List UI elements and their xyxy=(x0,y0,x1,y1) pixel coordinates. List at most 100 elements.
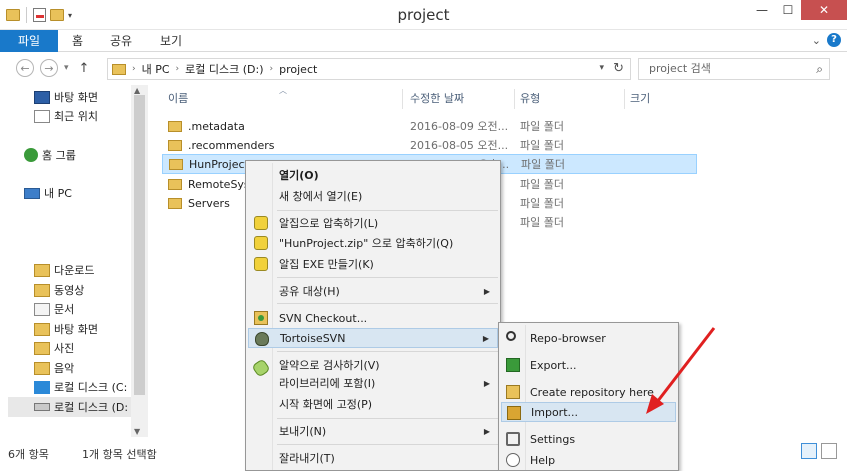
alzip-icon xyxy=(254,257,268,271)
sort-ascending-icon: ︿ xyxy=(279,86,287,95)
breadcrumb-this-pc[interactable]: 내 PC xyxy=(142,61,170,77)
tab-file[interactable]: 파일 xyxy=(0,30,58,52)
sidebar-item-drive-d[interactable]: 로컬 디스크 (D: xyxy=(8,397,138,417)
menu-item-share-with[interactable]: 공유 대상(H) ▶ xyxy=(248,281,498,301)
ribbon-right-controls: ⌄ ? xyxy=(812,33,841,47)
menu-item-label: Repo-browser xyxy=(530,331,606,345)
tab-share[interactable]: 공유 xyxy=(110,30,132,52)
sidebar-scrollbar[interactable]: ▲ ▼ xyxy=(131,85,148,437)
search-placeholder: project 검색 xyxy=(649,62,711,75)
scroll-down-icon[interactable]: ▼ xyxy=(134,427,140,436)
sidebar-item-desktop[interactable]: 바탕 화면 xyxy=(34,87,98,107)
scroll-thumb[interactable] xyxy=(134,95,145,395)
breadcrumb-project[interactable]: project xyxy=(279,63,317,76)
close-button[interactable]: ✕ xyxy=(801,0,847,20)
file-type: 파일 폴더 xyxy=(521,158,565,171)
maximize-button[interactable]: ☐ xyxy=(775,0,801,20)
column-header-type[interactable]: 유형 xyxy=(520,90,540,108)
table-row[interactable]: .recommenders 2016-08-05 오전... 파일 폴더 xyxy=(162,135,697,155)
sidebar-item-label: 문서 xyxy=(54,303,75,316)
navigation-buttons: ← → ▾ ↑ xyxy=(16,59,89,77)
divider[interactable] xyxy=(624,89,625,109)
up-button[interactable]: ↑ xyxy=(79,61,90,76)
file-type: 파일 폴더 xyxy=(520,216,564,229)
sidebar-item-music[interactable]: 음악 xyxy=(34,358,74,378)
sidebar-item-desktop-folder[interactable]: 바탕 화면 xyxy=(34,319,98,339)
file-date: 2016-08-05 오전... xyxy=(410,139,509,152)
menu-item-zip-named[interactable]: "HunProject.zip" 으로 압축하기(Q) xyxy=(248,233,498,253)
menu-item-label: 공유 대상(H) xyxy=(279,285,340,298)
menu-item-cut[interactable]: 잘라내기(T) xyxy=(248,448,498,468)
sidebar-item-label: 사진 xyxy=(54,342,75,355)
menu-item-label: 라이브러리에 포함(I) xyxy=(279,377,376,390)
menu-item-label: Create repository here xyxy=(530,385,654,399)
column-header-name[interactable]: 이름 xyxy=(168,90,188,108)
menu-item-help[interactable]: Help xyxy=(501,450,676,470)
help-icon[interactable]: ? xyxy=(827,33,841,47)
menu-item-pin-start[interactable]: 시작 화면에 고정(P) xyxy=(248,394,498,414)
arrow-shaft xyxy=(652,327,716,407)
menu-item-tortoisesvn[interactable]: TortoiseSVN ▶ xyxy=(248,328,498,348)
menu-item-label: SVN Checkout... xyxy=(279,311,368,325)
folder-icon xyxy=(112,63,126,75)
menu-item-label: 시작 화면에 고정(P) xyxy=(279,398,373,411)
refresh-icon[interactable]: ↻ xyxy=(613,61,624,76)
address-history-dropdown-icon[interactable]: ▾ xyxy=(599,63,604,73)
minimize-button[interactable]: — xyxy=(749,0,775,20)
sidebar-item-downloads[interactable]: 다운로드 xyxy=(34,260,94,280)
menu-item-open-new-window[interactable]: 새 창에서 열기(E) xyxy=(248,186,498,206)
context-menu: 열기(O) 새 창에서 열기(E) 알집으로 압축하기(L) "HunProje… xyxy=(245,160,501,471)
file-type: 파일 폴더 xyxy=(520,197,564,210)
menu-item-svn-checkout[interactable]: SVN Checkout... xyxy=(248,308,498,328)
navigation-pane: 바탕 화면 최근 위치 홈 그룹 내 PC 다운로드 동영상 문서 바탕 화면 … xyxy=(0,85,148,437)
divider xyxy=(277,210,498,211)
forward-button[interactable]: → xyxy=(40,59,58,77)
folder-icon xyxy=(168,197,182,209)
expand-ribbon-icon[interactable]: ⌄ xyxy=(812,34,821,47)
table-row[interactable]: .metadata 2016-08-09 오전... 파일 폴더 xyxy=(162,116,697,136)
details-view-icon[interactable] xyxy=(801,443,817,459)
menu-item-send-to[interactable]: 보내기(N) ▶ xyxy=(248,421,498,441)
menu-item-include-library[interactable]: 라이브러리에 포함(I) ▶ xyxy=(248,373,498,393)
sidebar-item-pictures[interactable]: 사진 xyxy=(34,338,74,358)
import-icon xyxy=(507,406,521,420)
chevron-right-icon[interactable]: › xyxy=(270,64,274,74)
alzip-icon xyxy=(254,236,268,250)
menu-item-zip-exe[interactable]: 알집 EXE 만들기(K) xyxy=(248,254,498,274)
sidebar-item-homegroup[interactable]: 홈 그룹 xyxy=(24,145,76,165)
divider[interactable] xyxy=(514,89,515,109)
pictures-folder-icon xyxy=(34,341,50,355)
sidebar-item-videos[interactable]: 동영상 xyxy=(34,280,84,300)
divider[interactable] xyxy=(402,89,403,109)
chevron-right-icon[interactable]: › xyxy=(132,64,136,74)
large-icons-view-icon[interactable] xyxy=(821,443,837,459)
recent-locations-icon[interactable]: ▾ xyxy=(64,63,69,73)
menu-item-alyac-scan[interactable]: 알약으로 검사하기(V) xyxy=(248,355,498,378)
annotation-arrow-icon xyxy=(646,327,716,414)
menu-item-label: Settings xyxy=(530,432,576,446)
column-header-date[interactable]: 수정한 날짜 xyxy=(410,90,464,108)
tab-view[interactable]: 보기 xyxy=(160,30,182,52)
sidebar-item-documents[interactable]: 문서 xyxy=(34,299,74,319)
submenu-arrow-icon: ▶ xyxy=(483,378,490,388)
address-bar[interactable]: › 내 PC › 로컬 디스크 (D:) › project ▾ ↻ xyxy=(107,58,631,80)
menu-item-settings[interactable]: Settings xyxy=(501,429,676,449)
sidebar-item-drive-c[interactable]: 로컬 디스크 (C: xyxy=(34,377,127,397)
sidebar-item-recent[interactable]: 최근 위치 xyxy=(34,106,98,126)
menu-item-open[interactable]: 열기(O) xyxy=(248,165,498,185)
back-button[interactable]: ← xyxy=(16,59,34,77)
search-icon[interactable]: ⌕ xyxy=(816,59,823,79)
menu-item-label: TortoiseSVN xyxy=(280,331,346,345)
divider xyxy=(277,277,498,278)
tab-home[interactable]: 홈 xyxy=(72,30,83,52)
breadcrumb-drive-d[interactable]: 로컬 디스크 (D:) xyxy=(185,61,263,77)
menu-item-zip[interactable]: 알집으로 압축하기(L) xyxy=(248,213,498,233)
search-input[interactable]: project 검색 ⌕ xyxy=(638,58,830,80)
chevron-right-icon[interactable]: › xyxy=(176,64,180,74)
scroll-up-icon[interactable]: ▲ xyxy=(134,86,140,95)
desktop-folder-icon xyxy=(34,322,50,336)
submenu-arrow-icon: ▶ xyxy=(483,286,490,296)
downloads-folder-icon xyxy=(34,263,50,277)
column-header-size[interactable]: 크기 xyxy=(630,90,650,108)
sidebar-item-this-pc[interactable]: 내 PC xyxy=(24,183,72,203)
